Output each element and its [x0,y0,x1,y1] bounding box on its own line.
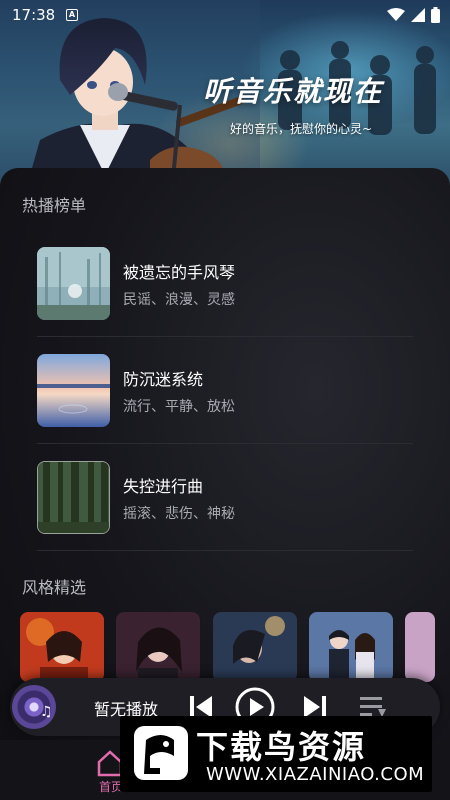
woman-portrait-cover-icon[interactable] [116,612,200,682]
sunset-lake-cover-icon [37,354,110,427]
watermark-brand: 下载鸟资源 [196,728,367,766]
watermark: 下载鸟资源 WWW.XIAZAINIAO.COM [120,716,432,792]
divider [37,550,413,551]
hero-subtitle: 好的音乐，抚慰你的心灵~ [230,122,373,136]
dark-forest-cover-icon [37,461,110,534]
wifi-icon [387,8,405,21]
signal-icon [411,8,425,22]
divider [37,336,413,337]
profile-blue-cover-icon[interactable] [213,612,297,682]
partial-cover-icon[interactable] [405,612,435,682]
bird-logo-icon [134,726,188,780]
style-picks-title: 风格精选 [22,578,87,597]
song-item[interactable]: 防沉迷系统 流行、平静、放松 [37,354,413,444]
song-tags: 摇滚、悲伤、神秘 [123,506,235,522]
music-note-icon: ♫ [40,704,53,720]
notification-a-icon: A [66,9,78,21]
song-title: 失控进行曲 [123,477,204,496]
song-item[interactable]: 被遗忘的手风琴 民谣、浪漫、灵感 [37,247,413,337]
hot-list-title: 热播榜单 [22,196,87,215]
song-tags: 民谣、浪漫、灵感 [123,292,235,308]
style-picks-row [20,612,450,682]
divider [37,443,413,444]
couple-cover-icon[interactable] [309,612,393,682]
battery-icon [431,7,440,23]
singer-red-cover-icon[interactable] [20,612,104,682]
song-tags: 流行、平静、放松 [123,399,235,415]
song-title: 被遗忘的手风琴 [123,263,236,282]
misty-forest-cover-icon [37,247,110,320]
status-icons [387,7,440,23]
song-title: 防沉迷系统 [123,370,204,389]
hero-title: 听音乐就现在 [203,75,384,108]
song-item[interactable]: 失控进行曲 摇滚、悲伤、神秘 [37,461,413,551]
watermark-url: WWW.XIAZAINIAO.COM [206,764,425,785]
status-bar: 17:38 A [0,0,450,30]
status-time: 17:38 [12,6,56,24]
